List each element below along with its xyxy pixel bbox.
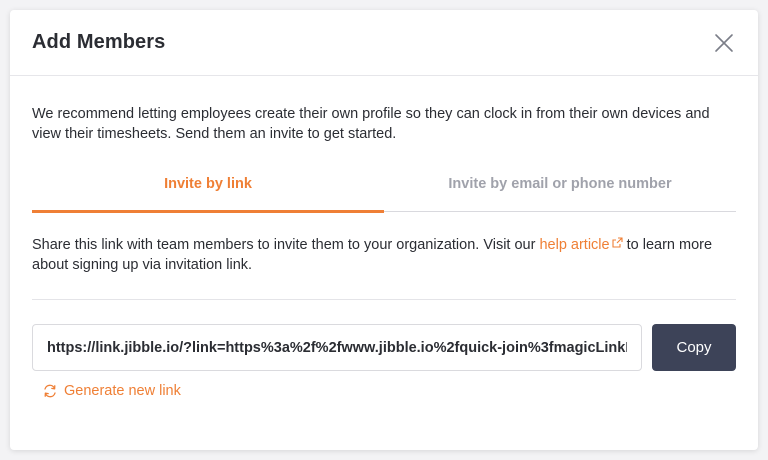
help-article-label: help article	[539, 237, 610, 253]
refresh-icon	[44, 384, 56, 398]
tab-invite-by-link[interactable]: Invite by link	[32, 172, 384, 213]
modal-title: Add Members	[32, 31, 166, 53]
generate-new-link-label: Generate new link	[64, 383, 181, 399]
invite-link-row: Copy	[32, 324, 736, 371]
close-icon	[715, 33, 733, 52]
close-button[interactable]	[710, 29, 738, 57]
modal-header: Add Members	[10, 10, 758, 76]
external-link-icon	[612, 237, 623, 248]
divider	[32, 299, 736, 300]
share-text-before: Share this link with team members to inv…	[32, 237, 540, 253]
copy-button[interactable]: Copy	[652, 324, 736, 371]
modal-body: We recommend letting employees create th…	[10, 104, 758, 403]
tab-invite-by-email[interactable]: Invite by email or phone number	[384, 172, 736, 211]
invite-link-input[interactable]	[32, 324, 642, 371]
generate-new-link-button[interactable]: Generate new link	[42, 383, 181, 399]
help-article-link[interactable]: help article	[539, 237, 623, 253]
intro-text: We recommend letting employees create th…	[32, 106, 710, 142]
add-members-modal: Add Members We recommend letting employe…	[10, 10, 758, 450]
invite-tabs: Invite by link Invite by email or phone …	[32, 172, 736, 213]
share-description: Share this link with team members to inv…	[32, 235, 736, 275]
